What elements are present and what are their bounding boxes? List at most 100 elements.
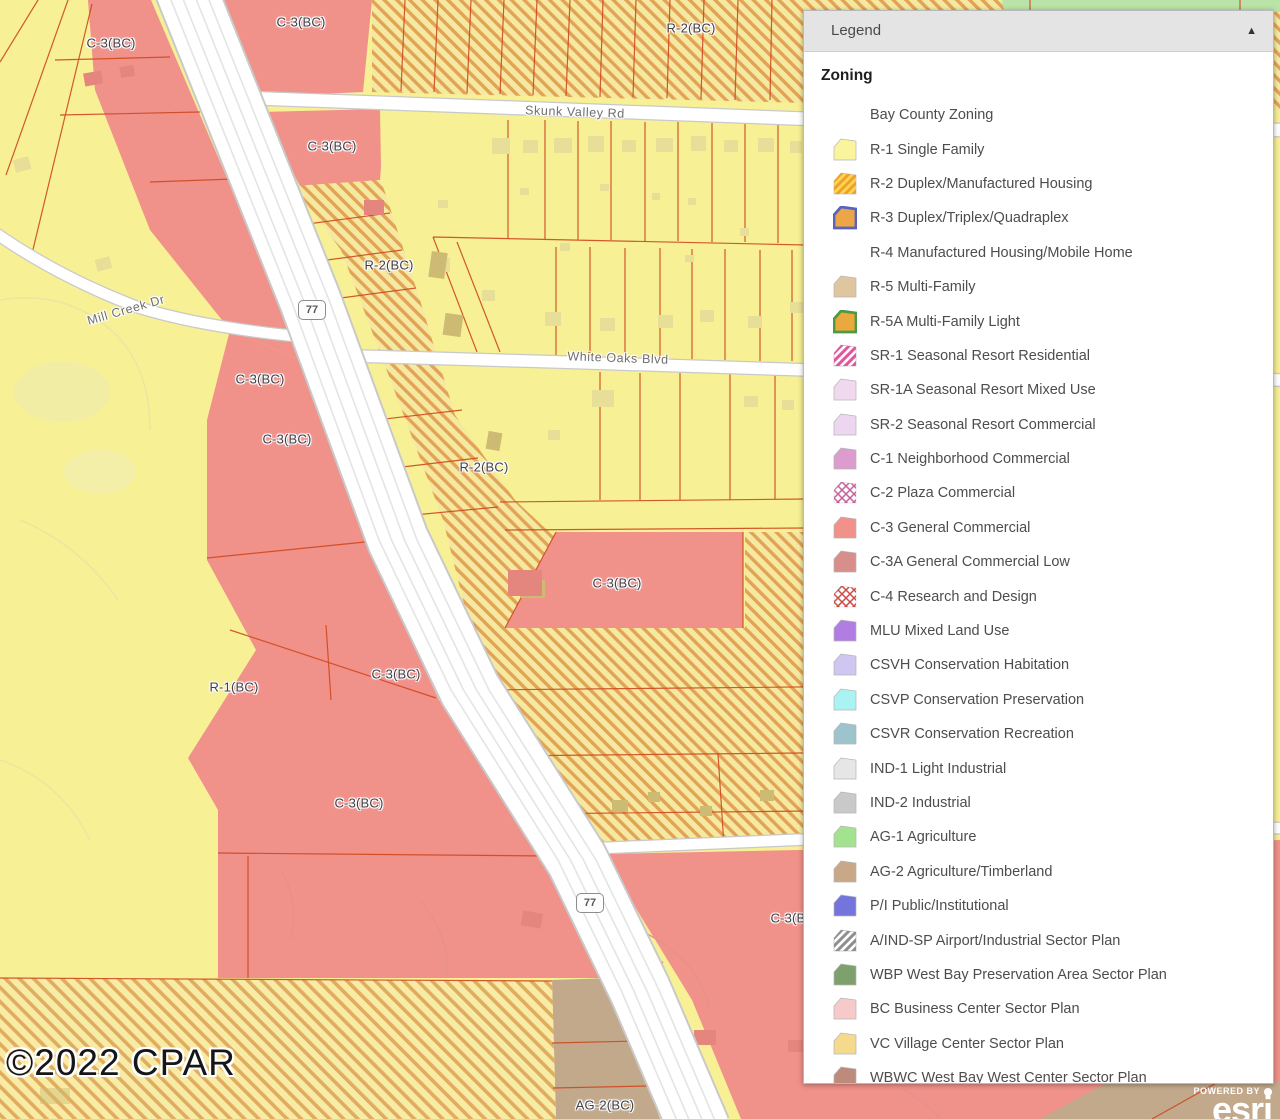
legend-item-c3: C-3 General Commercial	[821, 511, 1273, 545]
legend-swatch-csvp	[833, 688, 857, 712]
legend-item-r3: R-3 Duplex/Triplex/Quadraplex	[821, 201, 1273, 235]
legend-item-r5a: R-5A Multi-Family Light	[821, 304, 1273, 338]
legend-item-label: A/IND-SP Airport/Industrial Sector Plan	[870, 933, 1120, 949]
zoning-map-app: C-3(BC)C-3(BC)C-3(BC)R-2(BC)R-2(BC)C-3(B…	[0, 0, 1280, 1119]
legend-item-vc: VC Village Center Sector Plan	[821, 1027, 1273, 1061]
legend-item-ind2: IND-2 Industrial	[821, 786, 1273, 820]
esri-logo: esri	[1193, 1096, 1272, 1119]
legend-section-title: Zoning	[821, 67, 1273, 85]
legend-item-r4: R-4 Manufactured Housing/Mobile Home	[821, 236, 1273, 270]
legend-swatch-r5a	[833, 310, 857, 334]
legend-body: Zoning Bay County Zoning R-1 Single Famil…	[804, 67, 1273, 1084]
legend-item-label: WBWC West Bay West Center Sector Plan	[870, 1070, 1147, 1084]
collapse-caret-icon[interactable]: ▲	[1246, 11, 1257, 51]
legend-item-sr1: SR-1 Seasonal Resort Residential	[821, 339, 1273, 373]
legend-swatch-r1	[833, 138, 857, 162]
legend-item-label: R-4 Manufactured Housing/Mobile Home	[870, 245, 1133, 261]
legend-item-label: C-3A General Commercial Low	[870, 554, 1070, 570]
legend-item-pi: P/I Public/Institutional	[821, 889, 1273, 923]
legend-item-label: R-2 Duplex/Manufactured Housing	[870, 176, 1092, 192]
legend-item-label: AG-1 Agriculture	[870, 829, 976, 845]
legend-item-wbp: WBP West Bay Preservation Area Sector Pl…	[821, 958, 1273, 992]
legend-header[interactable]: Legend ▲	[804, 11, 1273, 52]
legend-item-label: P/I Public/Institutional	[870, 898, 1009, 914]
legend-item-label: VC Village Center Sector Plan	[870, 1036, 1064, 1052]
legend-swatch-csvh	[833, 653, 857, 677]
legend-item-csvr: CSVR Conservation Recreation	[821, 717, 1273, 751]
highway-77-shield: 77	[298, 300, 326, 320]
legend-item-ag2: AG-2 Agriculture/Timberland	[821, 855, 1273, 889]
legend-item-c1: C-1 Neighborhood Commercial	[821, 442, 1273, 476]
legend-item-label: C-2 Plaza Commercial	[870, 485, 1015, 501]
legend-item-label: AG-2 Agriculture/Timberland	[870, 864, 1052, 880]
legend-swatch-sr1a	[833, 378, 857, 402]
legend-item-ag1: AG-1 Agriculture	[821, 820, 1273, 854]
legend-swatch-r2	[833, 172, 857, 196]
legend-item-label: R-5A Multi-Family Light	[870, 314, 1020, 330]
legend-swatch-c2	[833, 481, 857, 505]
legend-swatch-bc	[833, 997, 857, 1021]
legend-swatch-r3	[833, 206, 857, 230]
legend-item-label: CSVP Conservation Preservation	[870, 692, 1084, 708]
legend-swatch-sr2	[833, 413, 857, 437]
legend-swatch-wbwc	[833, 1066, 857, 1084]
legend-item-label: Bay County Zoning	[870, 107, 993, 123]
legend-item-csvh: CSVH Conservation Habitation	[821, 648, 1273, 682]
legend-swatch-csvr	[833, 722, 857, 746]
legend-item-c3a: C-3A General Commercial Low	[821, 545, 1273, 579]
legend-swatch-c3	[833, 516, 857, 540]
legend-item-mlu: MLU Mixed Land Use	[821, 614, 1273, 648]
legend-swatch-ag2	[833, 860, 857, 884]
esri-attribution: POWERED BY esri	[1193, 1086, 1272, 1119]
legend-swatch-aindsp	[833, 929, 857, 953]
legend-swatch-sr1	[833, 344, 857, 368]
legend-swatch-ind1	[833, 757, 857, 781]
legend-item-label: CSVR Conservation Recreation	[870, 726, 1074, 742]
legend-swatch-pi	[833, 894, 857, 918]
legend-item-wbwc: WBWC West Bay West Center Sector Plan	[821, 1061, 1273, 1084]
legend-swatch-vc	[833, 1032, 857, 1056]
legend-item-label: R-3 Duplex/Triplex/Quadraplex	[870, 210, 1069, 226]
legend-item-label: CSVH Conservation Habitation	[870, 657, 1069, 673]
legend-item-label: IND-2 Industrial	[870, 795, 971, 811]
legend-item-label: SR-1A Seasonal Resort Mixed Use	[870, 382, 1096, 398]
legend-swatch-wbp	[833, 963, 857, 987]
legend-item-sr2: SR-2 Seasonal Resort Commercial	[821, 408, 1273, 442]
legend-swatch-c3a	[833, 550, 857, 574]
legend-item-csvp: CSVP Conservation Preservation	[821, 683, 1273, 717]
legend-swatch-bay-county	[833, 103, 857, 127]
legend-item-label: SR-2 Seasonal Resort Commercial	[870, 417, 1096, 433]
legend-item-r5: R-5 Multi-Family	[821, 270, 1273, 304]
legend-item-r1: R-1 Single Family	[821, 132, 1273, 166]
legend-swatch-ind2	[833, 791, 857, 815]
legend-item-c2: C-2 Plaza Commercial	[821, 476, 1273, 510]
legend-item-label: IND-1 Light Industrial	[870, 761, 1006, 777]
legend-item-label: C-3 General Commercial	[870, 520, 1030, 536]
legend-title: Legend	[831, 22, 881, 39]
legend-swatch-mlu	[833, 619, 857, 643]
legend-item-label: BC Business Center Sector Plan	[870, 1001, 1080, 1017]
legend-swatch-c1	[833, 447, 857, 471]
legend-panel: Legend ▲ Zoning Bay County Zoning R-1 Sin…	[803, 10, 1274, 1084]
legend-items-list: Bay County Zoning R-1 Single Family R-2 D…	[821, 98, 1273, 1084]
legend-swatch-ag1	[833, 825, 857, 849]
legend-item-bc: BC Business Center Sector Plan	[821, 992, 1273, 1026]
legend-item-r2: R-2 Duplex/Manufactured Housing	[821, 167, 1273, 201]
legend-item-bay-county: Bay County Zoning	[821, 98, 1273, 132]
copyright-watermark: ©2022 CPAR	[6, 1042, 236, 1084]
legend-item-ind1: IND-1 Light Industrial	[821, 751, 1273, 785]
legend-item-label: C-1 Neighborhood Commercial	[870, 451, 1070, 467]
legend-swatch-r5	[833, 275, 857, 299]
legend-item-aindsp: A/IND-SP Airport/Industrial Sector Plan	[821, 923, 1273, 957]
highway-77-shield: 77	[576, 893, 604, 913]
legend-item-label: C-4 Research and Design	[870, 589, 1037, 605]
legend-item-label: R-1 Single Family	[870, 142, 984, 158]
legend-item-sr1a: SR-1A Seasonal Resort Mixed Use	[821, 373, 1273, 407]
legend-swatch-r4	[833, 241, 857, 265]
legend-swatch-c4	[833, 585, 857, 609]
legend-item-label: SR-1 Seasonal Resort Residential	[870, 348, 1090, 364]
legend-item-c4: C-4 Research and Design	[821, 579, 1273, 613]
legend-item-label: R-5 Multi-Family	[870, 279, 976, 295]
legend-item-label: MLU Mixed Land Use	[870, 623, 1009, 639]
legend-item-label: WBP West Bay Preservation Area Sector Pl…	[870, 967, 1167, 983]
